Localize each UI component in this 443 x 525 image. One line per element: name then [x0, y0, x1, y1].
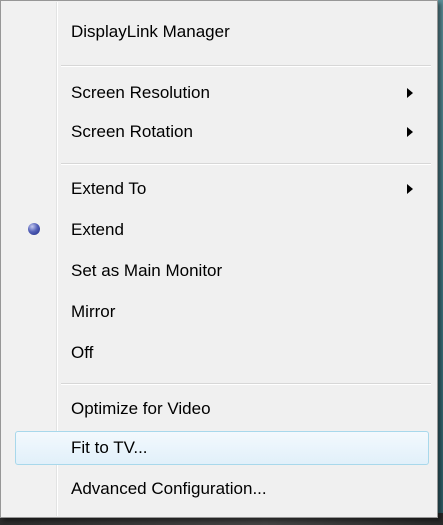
- menu-separator: [61, 65, 431, 67]
- menu-item-screen-resolution[interactable]: Screen Resolution: [15, 76, 429, 110]
- menu-item-label: DisplayLink Manager: [71, 22, 230, 41]
- menu-item-label: Fit to TV...: [71, 438, 148, 457]
- menu-item-fit-to-tv[interactable]: Fit to TV...: [15, 431, 429, 465]
- menu-item-extend[interactable]: Extend: [15, 213, 429, 247]
- menu-item-label: Optimize for Video: [71, 399, 211, 418]
- menu-item-label: Extend: [71, 220, 124, 239]
- menu-item-label: Off: [71, 343, 94, 362]
- chevron-right-icon: [407, 184, 413, 194]
- chevron-right-icon: [407, 127, 413, 137]
- menu-item-displaylink-manager[interactable]: DisplayLink Manager: [15, 15, 429, 49]
- menu-item-label: Screen Rotation: [71, 122, 193, 141]
- menu-item-off[interactable]: Off: [15, 336, 429, 370]
- menu-item-label: Extend To: [71, 179, 147, 198]
- menu-item-label: Advanced Configuration...: [71, 479, 267, 498]
- menu-separator: [61, 163, 431, 165]
- menu-item-extend-to[interactable]: Extend To: [15, 172, 429, 206]
- menu-item-label: Set as Main Monitor: [71, 261, 223, 280]
- radio-dot-icon: [28, 223, 40, 235]
- menu-item-label: Screen Resolution: [71, 83, 210, 102]
- menu-item-advanced-configuration[interactable]: Advanced Configuration...: [15, 472, 429, 506]
- menu-item-screen-rotation[interactable]: Screen Rotation: [15, 115, 429, 149]
- menu-item-label: Mirror: [71, 302, 116, 321]
- menu-item-set-as-main-monitor[interactable]: Set as Main Monitor: [15, 254, 429, 288]
- chevron-right-icon: [407, 88, 413, 98]
- context-menu: DisplayLink Manager Screen Resolution Sc…: [0, 0, 438, 518]
- menu-item-optimize-for-video[interactable]: Optimize for Video: [15, 392, 429, 426]
- menu-separator: [61, 383, 431, 385]
- menu-item-mirror[interactable]: Mirror: [15, 295, 429, 329]
